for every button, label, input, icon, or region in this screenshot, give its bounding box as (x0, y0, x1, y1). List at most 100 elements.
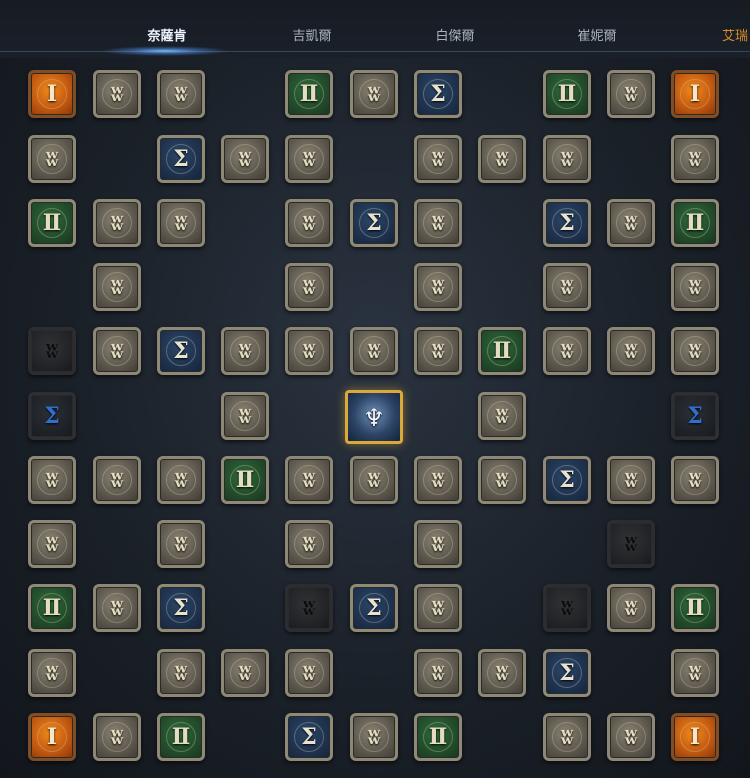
skill-node-gray[interactable]: ʬ (221, 327, 269, 375)
skill-node-gray[interactable]: ʬ (478, 649, 526, 697)
skill-node-green[interactable]: Ⅱ (28, 584, 76, 632)
skill-node-gray[interactable]: ʬ (93, 456, 141, 504)
skill-node-gray[interactable]: ʬ (607, 70, 655, 118)
rune-icon: Σ (173, 146, 189, 172)
skill-node-gray[interactable]: ʬ (414, 135, 462, 183)
skill-node-gray[interactable]: ʬ (285, 456, 333, 504)
skill-node-gray[interactable]: ʬ (607, 199, 655, 247)
skill-node-black[interactable]: ʬ (28, 327, 76, 375)
rune-icon: ʬ (559, 595, 575, 621)
skill-node-green[interactable]: Ⅱ (671, 584, 719, 632)
skill-node-gray[interactable]: ʬ (157, 649, 205, 697)
skill-node-gray[interactable]: ʬ (414, 584, 462, 632)
skill-node-bluedark[interactable]: Σ (671, 392, 719, 440)
rune-icon: ʬ (430, 660, 446, 686)
skill-node-blue[interactable]: Σ (350, 199, 398, 247)
skill-node-gray[interactable]: ʬ (671, 263, 719, 311)
rune-icon: Ⅱ (492, 338, 512, 364)
skill-node-gray[interactable]: ʬ (607, 584, 655, 632)
skill-node-green[interactable]: Ⅱ (28, 199, 76, 247)
skill-node-green[interactable]: Ⅱ (157, 713, 205, 761)
skill-node-gray[interactable]: ʬ (543, 713, 591, 761)
rune-icon: Ⅱ (557, 81, 577, 107)
skill-node-gray[interactable]: ʬ (93, 199, 141, 247)
skill-node-blue[interactable]: Σ (157, 584, 205, 632)
skill-node-orange[interactable]: I (28, 70, 76, 118)
skill-node-bluedark[interactable]: Σ (28, 392, 76, 440)
skill-node-gray[interactable]: ʬ (414, 327, 462, 375)
rune-icon: Σ (687, 403, 703, 429)
skill-node-gray[interactable]: ʬ (607, 456, 655, 504)
rune-icon: Ⅱ (235, 467, 255, 493)
skill-node-blue[interactable]: Σ (543, 199, 591, 247)
skill-node-gray[interactable]: ʬ (350, 70, 398, 118)
skill-node-green[interactable]: Ⅱ (414, 713, 462, 761)
skill-node-blue[interactable]: Σ (414, 70, 462, 118)
skill-node-green[interactable]: Ⅱ (671, 199, 719, 247)
skill-node-green[interactable]: Ⅱ (221, 456, 269, 504)
skill-node-gray[interactable]: ʬ (414, 649, 462, 697)
skill-node-gray[interactable]: ʬ (285, 520, 333, 568)
skill-node-blue[interactable]: Σ (157, 327, 205, 375)
skill-node-orange[interactable]: I (671, 70, 719, 118)
skill-node-green[interactable]: Ⅱ (478, 327, 526, 375)
skill-node-gray[interactable]: ʬ (671, 456, 719, 504)
core-node[interactable]: ♆ (345, 390, 403, 444)
skill-node-gray[interactable]: ʬ (221, 392, 269, 440)
skill-node-gray[interactable]: ʬ (478, 392, 526, 440)
skill-node-gray[interactable]: ʬ (543, 135, 591, 183)
skill-node-gray[interactable]: ʬ (157, 520, 205, 568)
skill-node-gray[interactable]: ʬ (285, 135, 333, 183)
skill-node-blue[interactable]: Σ (543, 649, 591, 697)
skill-node-gray[interactable]: ʬ (414, 456, 462, 504)
skill-node-gray[interactable]: ʬ (28, 649, 76, 697)
skill-node-gray[interactable]: ʬ (285, 327, 333, 375)
skill-node-gray[interactable]: ʬ (478, 456, 526, 504)
skill-node-blue[interactable]: Σ (350, 584, 398, 632)
rune-icon: ʬ (430, 531, 446, 557)
skill-node-black[interactable]: ʬ (285, 584, 333, 632)
skill-node-orange[interactable]: I (28, 713, 76, 761)
skill-node-gray[interactable]: ʬ (285, 199, 333, 247)
skill-node-black[interactable]: ʬ (543, 584, 591, 632)
skill-node-gray[interactable]: ʬ (285, 649, 333, 697)
skill-node-gray[interactable]: ʬ (671, 649, 719, 697)
skill-node-gray[interactable]: ʬ (607, 713, 655, 761)
skill-node-black[interactable]: ʬ (607, 520, 655, 568)
skill-node-gray[interactable]: ʬ (414, 199, 462, 247)
skill-node-gray[interactable]: ʬ (221, 135, 269, 183)
skill-node-gray[interactable]: ʬ (93, 713, 141, 761)
skill-node-gray[interactable]: ʬ (28, 520, 76, 568)
skill-node-gray[interactable]: ʬ (607, 327, 655, 375)
skill-node-gray[interactable]: ʬ (285, 263, 333, 311)
skill-node-orange[interactable]: I (671, 713, 719, 761)
skill-node-gray[interactable]: ʬ (157, 70, 205, 118)
skill-node-gray[interactable]: ʬ (93, 327, 141, 375)
skill-node-gray[interactable]: ʬ (28, 135, 76, 183)
skill-node-blue[interactable]: Σ (543, 456, 591, 504)
skill-node-gray[interactable]: ʬ (93, 584, 141, 632)
rune-icon: Σ (366, 595, 382, 621)
skill-node-gray[interactable]: ʬ (350, 456, 398, 504)
skill-node-green[interactable]: Ⅱ (285, 70, 333, 118)
skill-node-gray[interactable]: ʬ (93, 263, 141, 311)
skill-node-blue[interactable]: Σ (157, 135, 205, 183)
skill-node-gray[interactable]: ʬ (157, 456, 205, 504)
skill-node-gray[interactable]: ʬ (157, 199, 205, 247)
skill-node-gray[interactable]: ʬ (543, 263, 591, 311)
rune-icon: I (689, 81, 701, 107)
skill-node-gray[interactable]: ʬ (478, 135, 526, 183)
skill-node-gray[interactable]: ʬ (671, 327, 719, 375)
rune-icon: Ⅱ (42, 210, 62, 236)
skill-node-gray[interactable]: ʬ (221, 649, 269, 697)
skill-node-gray[interactable]: ʬ (28, 456, 76, 504)
skill-node-gray[interactable]: ʬ (543, 327, 591, 375)
skill-node-gray[interactable]: ʬ (350, 713, 398, 761)
skill-node-gray[interactable]: ʬ (350, 327, 398, 375)
skill-node-gray[interactable]: ʬ (93, 70, 141, 118)
skill-node-gray[interactable]: ʬ (671, 135, 719, 183)
skill-node-green[interactable]: Ⅱ (543, 70, 591, 118)
skill-node-blue[interactable]: Σ (285, 713, 333, 761)
skill-node-gray[interactable]: ʬ (414, 263, 462, 311)
skill-node-gray[interactable]: ʬ (414, 520, 462, 568)
